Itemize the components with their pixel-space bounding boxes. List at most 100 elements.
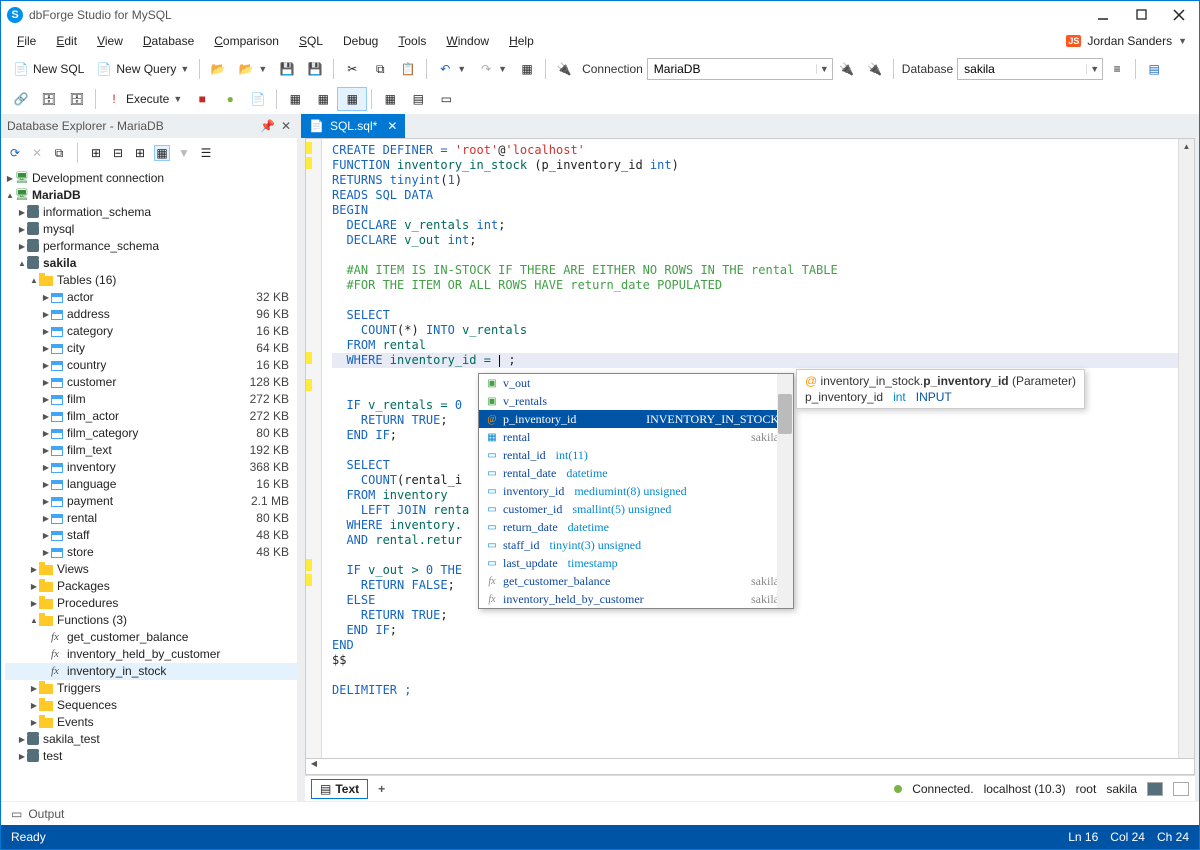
pane-toggle-1[interactable] xyxy=(1147,782,1163,796)
tool-btn-1[interactable]: 📂 xyxy=(204,57,232,81)
menu-file[interactable]: File xyxy=(7,31,46,51)
fold-column[interactable] xyxy=(322,139,332,758)
ac-item[interactable]: ▭inventory_idmediumint(8) unsigned xyxy=(479,482,793,500)
tool-h[interactable]: ▦ xyxy=(376,87,404,111)
ac-item[interactable]: ▭rental_idint(11) xyxy=(479,446,793,464)
tree-tool-6[interactable]: ☰ xyxy=(198,145,214,161)
tool-e[interactable]: ▦ xyxy=(281,87,309,111)
connection-icon-btn[interactable]: 🔌 xyxy=(550,57,578,81)
tree-row[interactable]: ▲sakila xyxy=(5,255,297,272)
scroll-left-icon[interactable]: ◀ xyxy=(306,759,322,774)
vertical-scrollbar[interactable]: ▲ xyxy=(1178,139,1194,758)
tree-row[interactable]: ▶inventory368 KB xyxy=(5,459,297,476)
toggle-panel-button[interactable]: ▤ xyxy=(1140,57,1168,81)
copy-button[interactable]: ⧉ xyxy=(366,57,394,81)
connection-select[interactable]: ▼ xyxy=(647,58,833,80)
paste-button[interactable]: 📋 xyxy=(394,57,422,81)
tree-row[interactable]: ▲🖥MariaDB xyxy=(5,187,297,204)
tool-btn-2[interactable]: 📂▼ xyxy=(232,57,273,81)
tree-row[interactable]: ▶film_actor272 KB xyxy=(5,408,297,425)
save-button[interactable]: 💾 xyxy=(273,57,301,81)
ac-scrollbar[interactable] xyxy=(777,374,793,608)
chevron-down-icon[interactable]: ▼ xyxy=(1086,64,1102,74)
menu-help[interactable]: Help xyxy=(499,31,544,51)
new-query-button[interactable]: 📄New Query▼ xyxy=(90,57,195,81)
tool-a[interactable]: 🔗 xyxy=(7,87,35,111)
ac-item[interactable]: @p_inventory_idINVENTORY_IN_STOCK xyxy=(479,410,793,428)
delete-icon[interactable]: ✕ xyxy=(29,145,45,161)
expand-button[interactable]: ≡ xyxy=(1103,57,1131,81)
ac-item[interactable]: fxget_customer_balancesakila xyxy=(479,572,793,590)
tool-i[interactable]: ▤ xyxy=(404,87,432,111)
copy-icon[interactable]: ⧉ xyxy=(51,145,67,161)
tree-tool-4[interactable]: ▦ xyxy=(154,145,170,161)
tree-tool-2[interactable]: ⊟ xyxy=(110,145,126,161)
ac-item[interactable]: ▭rental_datedatetime xyxy=(479,464,793,482)
database-input[interactable] xyxy=(958,60,1086,78)
tab-sql[interactable]: 📄 SQL.sql* ✕ xyxy=(301,114,405,138)
db-tree[interactable]: ▶🖥Development connection▲🖥MariaDB▶inform… xyxy=(1,168,297,801)
close-button[interactable] xyxy=(1165,5,1193,25)
tree-row[interactable]: ▶Views xyxy=(5,561,297,578)
tree-row[interactable]: ▶customer128 KB xyxy=(5,374,297,391)
pane-toggle-2[interactable] xyxy=(1173,782,1189,796)
tree-row[interactable]: ▶staff48 KB xyxy=(5,527,297,544)
tree-row[interactable]: ▶sakila_test xyxy=(5,731,297,748)
ac-item[interactable]: ▣v_out xyxy=(479,374,793,392)
autocomplete-popup[interactable]: ▣v_out▣v_rentals@p_inventory_idINVENTORY… xyxy=(478,373,794,609)
text-tab[interactable]: ▤Text xyxy=(311,779,368,799)
refresh-icon[interactable]: ⟳ xyxy=(7,145,23,161)
ac-item[interactable]: ▣v_rentals xyxy=(479,392,793,410)
undo-button[interactable]: ↶▼ xyxy=(431,57,472,81)
menu-debug[interactable]: Debug xyxy=(333,31,388,51)
add-tab-button[interactable]: + xyxy=(368,780,395,798)
tree-row[interactable]: ▶film272 KB xyxy=(5,391,297,408)
tool-c[interactable]: 🗄 xyxy=(63,87,91,111)
connection-input[interactable] xyxy=(648,60,816,78)
minimize-button[interactable] xyxy=(1089,5,1117,25)
tree-row[interactable]: ▶Procedures xyxy=(5,595,297,612)
scroll-up-icon[interactable]: ▲ xyxy=(1179,139,1194,155)
pin-icon[interactable]: 📌 xyxy=(260,119,275,133)
tree-row[interactable]: ▶rental80 KB xyxy=(5,510,297,527)
tree-row[interactable]: ▶language16 KB xyxy=(5,476,297,493)
close-tab-icon[interactable]: ✕ xyxy=(387,119,397,133)
tree-row[interactable]: ▲Functions (3) xyxy=(5,612,297,629)
maximize-button[interactable] xyxy=(1127,5,1155,25)
tree-tool-1[interactable]: ⊞ xyxy=(88,145,104,161)
conn-tool-1[interactable]: 🔌 xyxy=(833,57,861,81)
horizontal-scrollbar[interactable]: ◀ xyxy=(305,759,1195,775)
ac-item[interactable]: ▭last_updatetimestamp xyxy=(479,554,793,572)
tool-b[interactable]: 🗄 xyxy=(35,87,63,111)
tree-row[interactable]: ▶store48 KB xyxy=(5,544,297,561)
ac-item[interactable]: ▭customer_idsmallint(5) unsigned xyxy=(479,500,793,518)
tree-row[interactable]: ▶country16 KB xyxy=(5,357,297,374)
tree-tool-3[interactable]: ⊞ xyxy=(132,145,148,161)
conn-tool-2[interactable]: 🔌 xyxy=(861,57,889,81)
save-all-button[interactable]: 💾 xyxy=(301,57,329,81)
tree-row[interactable]: ▶Events xyxy=(5,714,297,731)
tool-j[interactable]: ▭ xyxy=(432,87,460,111)
ac-item[interactable]: ▭return_datedatetime xyxy=(479,518,793,536)
tree-row[interactable]: ▶fxget_customer_balance xyxy=(5,629,297,646)
tool-g-active[interactable]: ▦ xyxy=(337,87,367,111)
tree-row[interactable]: ▶payment2.1 MB xyxy=(5,493,297,510)
tree-row[interactable]: ▶address96 KB xyxy=(5,306,297,323)
tree-row[interactable]: ▶Triggers xyxy=(5,680,297,697)
tree-row[interactable]: ▲Tables (16) xyxy=(5,272,297,289)
tree-row[interactable]: ▶Sequences xyxy=(5,697,297,714)
chevron-down-icon[interactable]: ▼ xyxy=(816,64,832,74)
menu-database[interactable]: Database xyxy=(133,31,204,51)
tool-f[interactable]: ▦ xyxy=(309,87,337,111)
menu-comparison[interactable]: Comparison xyxy=(204,31,289,51)
tree-row[interactable]: ▶actor32 KB xyxy=(5,289,297,306)
tree-row[interactable]: ▶film_text192 KB xyxy=(5,442,297,459)
ac-item[interactable]: fxinventory_held_by_customersakila xyxy=(479,590,793,608)
close-icon[interactable]: ✕ xyxy=(281,119,291,133)
execute-button[interactable]: !Execute▼ xyxy=(100,87,188,111)
tree-row[interactable]: ▶category16 KB xyxy=(5,323,297,340)
menu-edit[interactable]: Edit xyxy=(46,31,87,51)
tree-row[interactable]: ▶🖥Development connection xyxy=(5,170,297,187)
tool-d[interactable]: 📄 xyxy=(244,87,272,111)
redo-button[interactable]: ↷▼ xyxy=(472,57,513,81)
